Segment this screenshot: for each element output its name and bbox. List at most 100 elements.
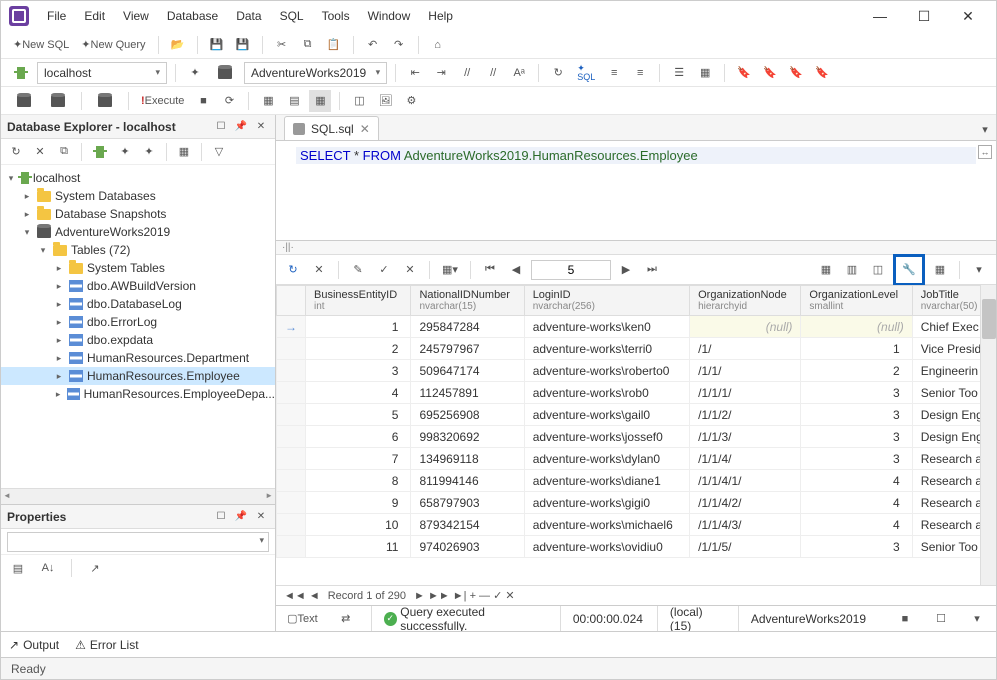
table-row[interactable]: 10879342154adventure-works\michael6/1/1/… <box>277 514 996 536</box>
menu-file[interactable]: File <box>39 5 74 27</box>
table-row[interactable]: 2245797967adventure-works\terri0/1/1Vice… <box>277 338 996 360</box>
redo-button[interactable]: ↷ <box>388 34 410 56</box>
menu-sql[interactable]: SQL <box>272 5 312 27</box>
case-button[interactable]: Aᵃ <box>508 62 530 84</box>
database-combo[interactable]: AdventureWorks2019 <box>244 62 387 84</box>
group-button[interactable]: ▦ <box>173 141 195 163</box>
uncomment-button[interactable]: // <box>482 62 504 84</box>
swap-button[interactable]: ⇄ <box>335 608 357 630</box>
page-next-button[interactable]: ▶ <box>615 259 637 281</box>
copy-button[interactable]: ⧉ <box>297 34 319 56</box>
layout1-button[interactable]: ■ <box>894 608 916 630</box>
menu-edit[interactable]: Edit <box>76 5 113 27</box>
cut-button[interactable]: ✂ <box>271 34 293 56</box>
list-button[interactable]: ☰ <box>668 62 690 84</box>
tree-server[interactable]: ▾localhost <box>1 169 275 187</box>
tree-database[interactable]: ▾AdventureWorks2019 <box>1 223 275 241</box>
table-row[interactable]: 6998320692adventure-works\jossef0/1/1/3/… <box>277 426 996 448</box>
grid-cancel-button[interactable]: ✕ <box>308 259 330 281</box>
view-card-button[interactable]: ▥ <box>841 259 863 281</box>
tab-overflow-button[interactable]: ▾ <box>974 118 996 140</box>
close-button[interactable]: ✕ <box>956 8 980 25</box>
stop-button[interactable]: ■ <box>192 90 214 112</box>
grid-vscroll[interactable] <box>980 285 996 585</box>
minimize-button[interactable]: — <box>868 8 892 25</box>
text-view-button[interactable]: ▢ Text <box>284 608 321 630</box>
properties-object-combo[interactable] <box>7 532 269 552</box>
tree-sysdb[interactable]: ▸System Databases <box>1 187 275 205</box>
plan-button[interactable]: ◫ <box>348 90 370 112</box>
server-icon[interactable] <box>9 62 33 84</box>
table-row[interactable]: 4112457891adventure-works\rob0/1/1/1/3Se… <box>277 382 996 404</box>
indent-in-button[interactable]: ⇥ <box>430 62 452 84</box>
paste-button[interactable]: 📋 <box>323 34 345 56</box>
bookmark-clear-button[interactable]: 🔖 <box>811 62 833 84</box>
properties-close-button[interactable]: ✕ <box>253 509 269 525</box>
explain-button[interactable]: ⟳ <box>218 90 240 112</box>
schema2-icon[interactable] <box>43 90 73 112</box>
view-grid-button[interactable]: ▦ <box>815 259 837 281</box>
error-list-tab[interactable]: ⚠ Error List <box>75 638 138 652</box>
column-header[interactable]: BusinessEntityIDint <box>306 286 411 316</box>
disconnect-button[interactable]: ✦ <box>114 141 136 163</box>
sql-editor[interactable]: SELECT * FROM AdventureWorks2019.HumanRe… <box>276 141 996 241</box>
menu-window[interactable]: Window <box>360 5 419 27</box>
editor-expand-button[interactable]: ↔ <box>978 145 992 159</box>
prop-categorize-button[interactable]: ▤ <box>7 557 29 579</box>
tree-table-item[interactable]: ▸dbo.ErrorLog <box>1 313 275 331</box>
settings-icon[interactable]: ⚙ <box>400 90 422 112</box>
bookmark-prev-button[interactable]: 🔖 <box>785 62 807 84</box>
results-grid-button[interactable]: ▦ <box>257 90 279 112</box>
menu-database[interactable]: Database <box>159 5 226 27</box>
new-query-button[interactable]: ✦ New Query <box>77 34 149 56</box>
properties-pin-button[interactable]: 📌 <box>233 509 249 525</box>
editor-tab[interactable]: SQL.sql ✕ <box>284 116 379 140</box>
menu-help[interactable]: Help <box>420 5 461 27</box>
indent-out-button[interactable]: ⇤ <box>404 62 426 84</box>
explorer-hscroll[interactable] <box>1 488 275 504</box>
server-combo[interactable]: localhost <box>37 62 167 84</box>
menu-data[interactable]: Data <box>228 5 269 27</box>
grid-rollback-button[interactable]: ✕ <box>399 259 421 281</box>
copy-tree-button[interactable]: ⧉ <box>53 141 75 163</box>
column-header[interactable]: OrganizationLevelsmallint <box>801 286 912 316</box>
sql-format-button[interactable]: ✦SQL <box>573 62 599 84</box>
tree-table-item[interactable]: ▸dbo.AWBuildVersion <box>1 277 275 295</box>
results-mode-button[interactable]: ▦ <box>309 90 331 112</box>
page-prev-button[interactable]: ◀ <box>505 259 527 281</box>
prop-sort-button[interactable]: A↓ <box>37 557 59 579</box>
grid-refresh-button[interactable]: ↻ <box>282 259 304 281</box>
table-row[interactable]: 3509647174adventure-works\roberto0/1/1/2… <box>277 360 996 382</box>
grid-commit-button[interactable]: ✓ <box>373 259 395 281</box>
table-row[interactable]: 5695256908adventure-works\gail0/1/1/2/3D… <box>277 404 996 426</box>
tree-table-item[interactable]: ▸System Tables <box>1 259 275 277</box>
bookmark-button[interactable]: 🔖 <box>733 62 755 84</box>
align-l-button[interactable]: ≡ <box>603 62 625 84</box>
align-r-button[interactable]: ≡ <box>629 62 651 84</box>
save-button[interactable]: 💾 <box>206 34 228 56</box>
refresh-tree-button[interactable]: ↻ <box>5 141 27 163</box>
grid-more-button[interactable]: ▾ <box>968 259 990 281</box>
view-split-button[interactable]: ◫ <box>867 259 889 281</box>
tree-table-item[interactable]: ▸dbo.DatabaseLog <box>1 295 275 313</box>
explorer-close-button[interactable]: ✕ <box>253 119 269 135</box>
database-tree[interactable]: ▾localhost ▸System Databases ▸Database S… <box>1 165 275 488</box>
column-header[interactable]: LoginIDnvarchar(256) <box>524 286 689 316</box>
start-page-button[interactable]: ⌂ <box>427 34 449 56</box>
menu-view[interactable]: View <box>115 5 157 27</box>
delete-tree-button[interactable]: ✕ <box>29 141 51 163</box>
filter-button[interactable]: ▽ <box>208 141 230 163</box>
view-last-button[interactable]: ▦ <box>929 259 951 281</box>
execute-button[interactable]: ! Execute <box>137 90 188 112</box>
filter-reset-button[interactable]: ✦ <box>138 141 160 163</box>
db-icon[interactable] <box>210 62 240 84</box>
bookmark-next-button[interactable]: 🔖 <box>759 62 781 84</box>
tree-snapshots[interactable]: ▸Database Snapshots <box>1 205 275 223</box>
image-button[interactable]: 🖼 <box>374 90 396 112</box>
layout-more-button[interactable]: ▾ <box>966 608 988 630</box>
disconnect-icon[interactable]: ✦ <box>184 62 206 84</box>
grid-opt-button[interactable]: ▦ <box>694 62 716 84</box>
refresh-button[interactable]: ↻ <box>547 62 569 84</box>
schema-icon[interactable] <box>9 90 39 112</box>
layout2-button[interactable]: ☐ <box>930 608 952 630</box>
